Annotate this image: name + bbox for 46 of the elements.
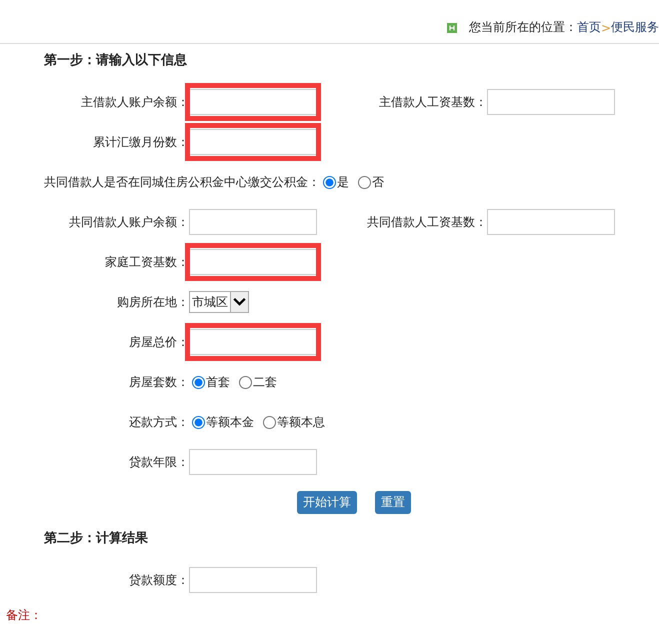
input-field[interactable] bbox=[189, 249, 317, 275]
breadcrumb-separator: > bbox=[600, 20, 611, 34]
field-label: 贷款额度： bbox=[128, 572, 189, 588]
input-field[interactable] bbox=[189, 449, 317, 475]
section-heading: 第二步：计算结果 bbox=[43, 530, 149, 548]
field-label: 共同借款人账户余额： bbox=[68, 214, 189, 230]
option-label: 否 bbox=[372, 174, 384, 190]
breadcrumb-link[interactable]: 首页 bbox=[576, 19, 601, 36]
field-label: 主借款人工资基数： bbox=[378, 94, 487, 110]
button[interactable]: 重置 bbox=[375, 490, 411, 514]
input-field[interactable] bbox=[189, 209, 317, 235]
input-field[interactable] bbox=[487, 89, 615, 115]
input-field[interactable] bbox=[487, 209, 615, 235]
button[interactable]: 开始计算 bbox=[297, 490, 357, 514]
field-label: 共同借款人工资基数： bbox=[366, 214, 487, 230]
field-label: 还款方式： bbox=[128, 414, 189, 430]
field-label: 房屋总价： bbox=[128, 334, 189, 350]
caret-icon bbox=[230, 292, 248, 312]
radio-button[interactable] bbox=[239, 376, 252, 388]
field-label: 购房所在地： bbox=[116, 294, 189, 310]
option-label: 等额本息 bbox=[277, 414, 325, 430]
radio-button[interactable] bbox=[263, 416, 276, 428]
radio-button[interactable] bbox=[358, 176, 371, 188]
field-label: 累计汇缴月份数： bbox=[92, 134, 189, 150]
radio-button[interactable] bbox=[323, 176, 336, 188]
section-heading: 第一步：请输入以下信息 bbox=[43, 52, 188, 70]
input-field[interactable] bbox=[189, 567, 317, 593]
radio-button[interactable] bbox=[192, 376, 205, 388]
dropdown[interactable]: 市城区 bbox=[189, 291, 249, 313]
note-label: 备注： bbox=[5, 607, 43, 624]
breadcrumb-label: 您当前所在的位置： bbox=[468, 19, 577, 36]
option-label: 是 bbox=[337, 174, 349, 190]
radio-button[interactable] bbox=[192, 416, 205, 428]
breadcrumb-link[interactable]: 便民服务 bbox=[611, 19, 659, 36]
option-label: 首套 bbox=[206, 374, 230, 390]
option-label: 等额本金 bbox=[206, 414, 254, 430]
location-icon bbox=[446, 22, 457, 32]
option-label: 二套 bbox=[253, 374, 277, 390]
field-label: 家庭工资基数： bbox=[104, 254, 189, 270]
question-label: 共同借款人是否在同城住房公积金中心缴交公积金： bbox=[44, 174, 320, 190]
input-field[interactable] bbox=[189, 89, 317, 115]
input-field[interactable] bbox=[189, 329, 317, 355]
input-field[interactable] bbox=[189, 129, 317, 155]
field-label: 房屋套数： bbox=[128, 374, 189, 390]
field-label: 主借款人账户余额： bbox=[80, 94, 189, 110]
field-label: 贷款年限： bbox=[128, 454, 189, 470]
